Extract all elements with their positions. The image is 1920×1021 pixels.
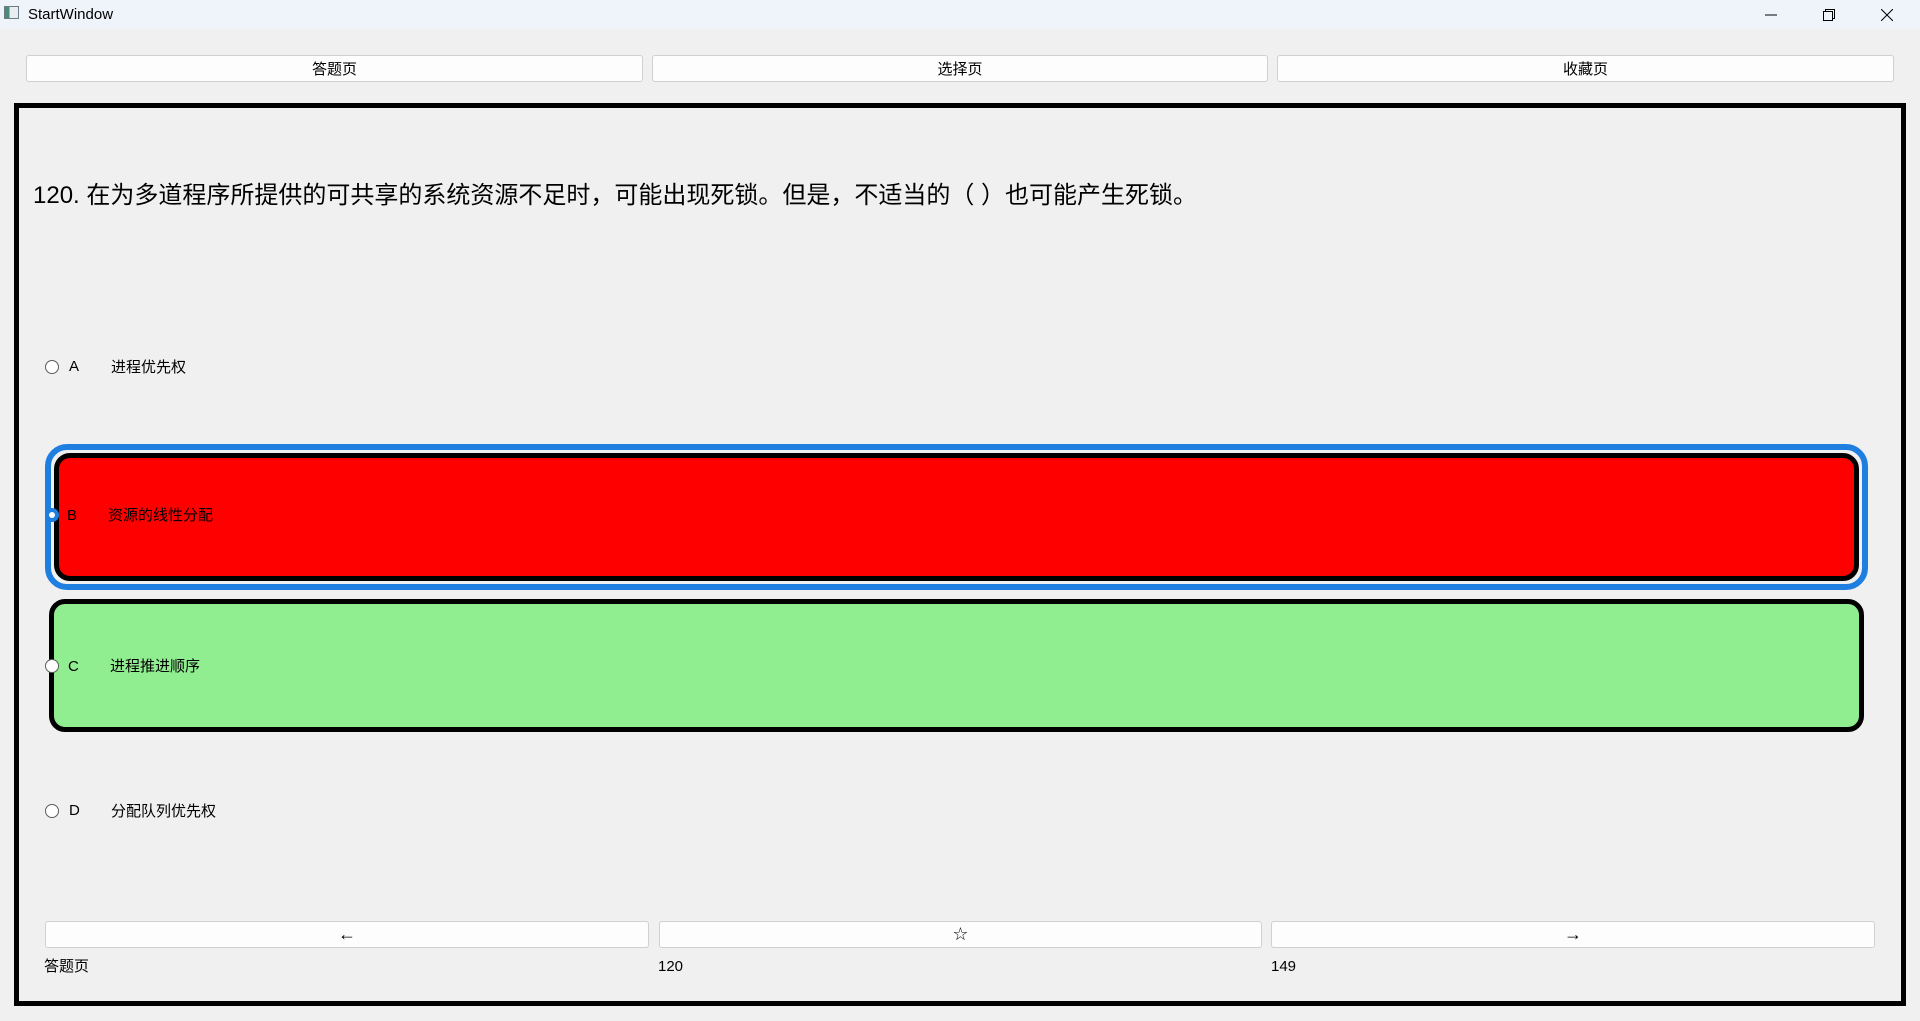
- option-a-text: 进程优先权: [111, 359, 187, 376]
- option-d[interactable]: D 分配队列优先权: [45, 798, 1868, 828]
- option-d-radio[interactable]: [45, 804, 59, 818]
- close-icon[interactable]: [1858, 0, 1916, 29]
- restore-icon[interactable]: [1800, 0, 1858, 29]
- window-title: StartWindow: [28, 6, 114, 23]
- option-b[interactable]: B 资源的线性分配: [45, 444, 1868, 590]
- favorites-page-button[interactable]: 收藏页: [1277, 55, 1894, 82]
- option-c-radio[interactable]: [45, 659, 59, 673]
- option-d-text: 分配队列优先权: [111, 803, 217, 820]
- option-a[interactable]: A 进程优先权: [45, 354, 1868, 384]
- current-question-number: 120: [658, 958, 684, 975]
- select-page-button[interactable]: 选择页: [652, 55, 1268, 82]
- option-b-text: 资源的线性分配: [108, 507, 214, 524]
- option-a-radio[interactable]: [45, 360, 59, 374]
- next-button[interactable]: →: [1271, 921, 1875, 948]
- favorite-star-button[interactable]: ☆: [659, 921, 1262, 948]
- option-a-letter: A: [69, 358, 80, 375]
- answer-page-button[interactable]: 答题页: [26, 55, 643, 82]
- minimize-icon[interactable]: [1742, 0, 1800, 29]
- option-c[interactable]: C 进程推进顺序: [45, 599, 1864, 732]
- option-b-wrong-highlight: [54, 453, 1859, 581]
- option-b-radio[interactable]: [45, 508, 59, 522]
- total-question-count: 149: [1271, 958, 1297, 975]
- question-text: 120. 在为多道程序所提供的可共享的系统资源不足时，可能出现死锁。但是，不适当…: [33, 182, 1198, 209]
- option-d-letter: D: [69, 802, 80, 819]
- title-bar: StartWindow: [0, 0, 1920, 29]
- option-c-text: 进程推进顺序: [110, 658, 201, 675]
- previous-button[interactable]: ←: [45, 921, 649, 948]
- option-b-letter: B: [67, 507, 78, 524]
- footer-page-name: 答题页: [44, 958, 90, 975]
- app-icon: [4, 6, 19, 19]
- option-c-letter: C: [68, 658, 79, 675]
